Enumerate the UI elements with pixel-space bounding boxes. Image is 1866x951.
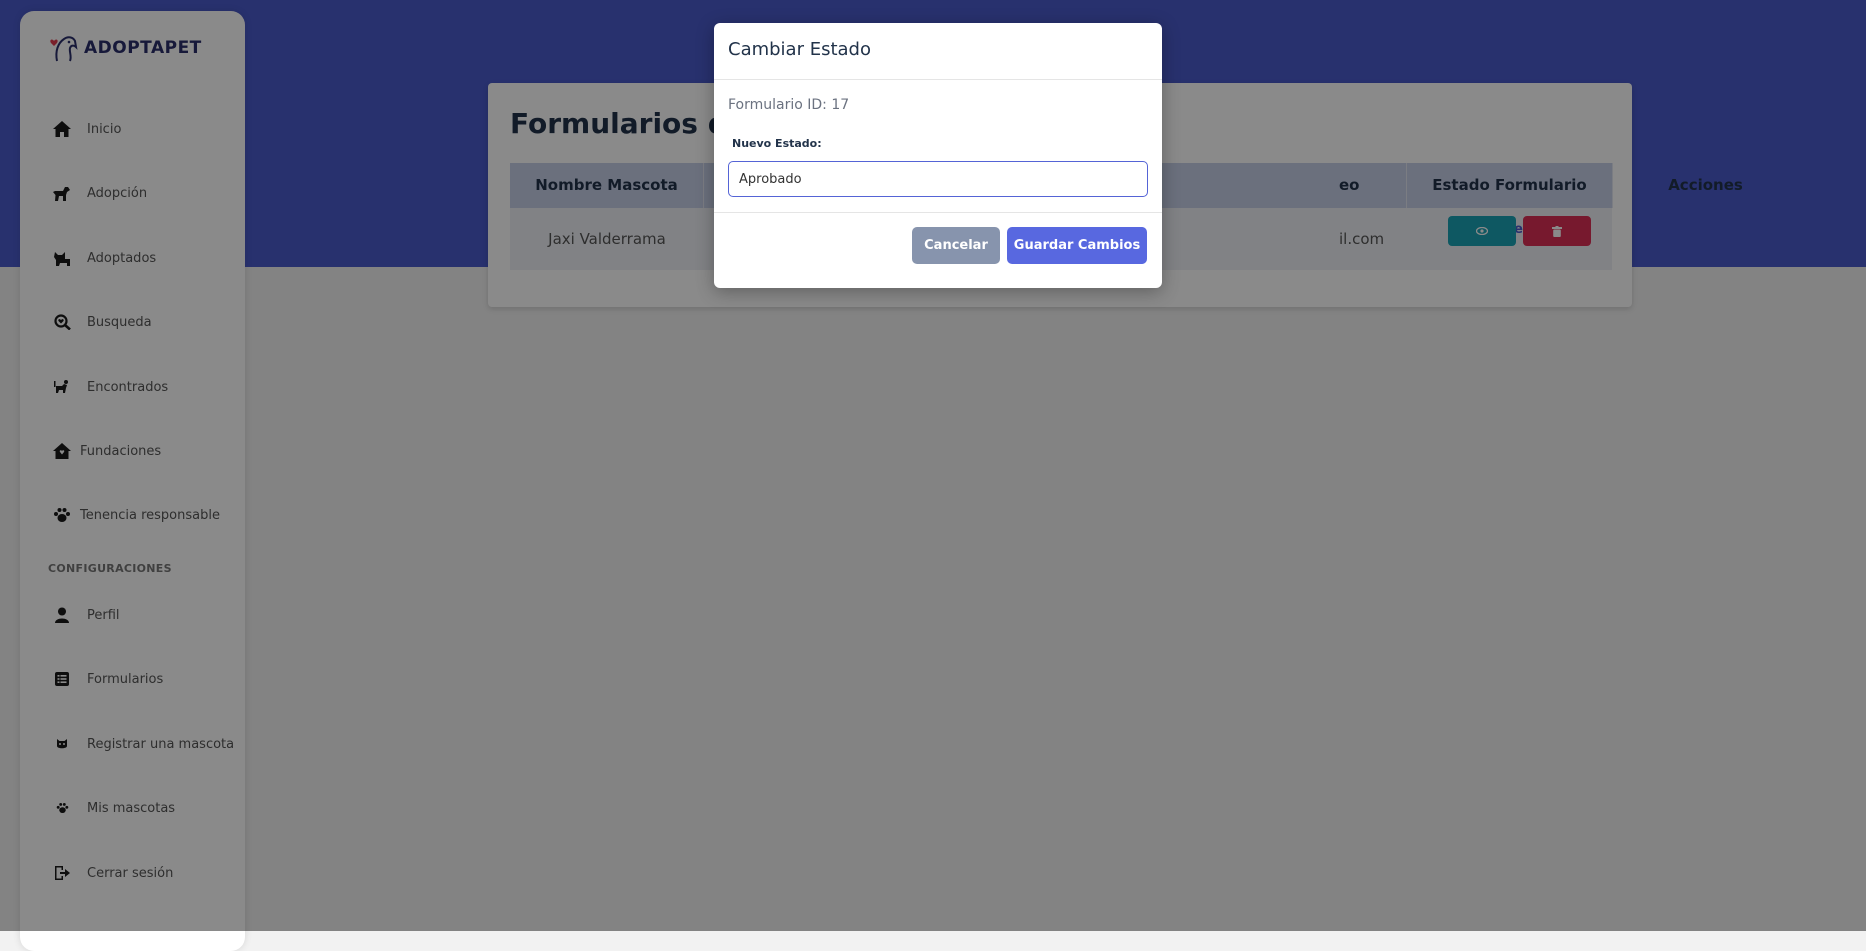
change-status-modal: Cambiar Estado Formulario ID: 17 Nuevo E… (714, 23, 1162, 288)
new-status-input[interactable] (728, 161, 1148, 197)
form-id-text: Formulario ID: 17 (728, 97, 850, 113)
save-changes-button[interactable]: Guardar Cambios (1007, 227, 1147, 264)
cancel-button[interactable]: Cancelar (912, 227, 1000, 264)
modal-divider (714, 212, 1162, 213)
new-status-label: Nuevo Estado: (732, 137, 822, 150)
modal-title: Cambiar Estado (728, 39, 871, 60)
modal-header: Cambiar Estado (714, 23, 1162, 80)
